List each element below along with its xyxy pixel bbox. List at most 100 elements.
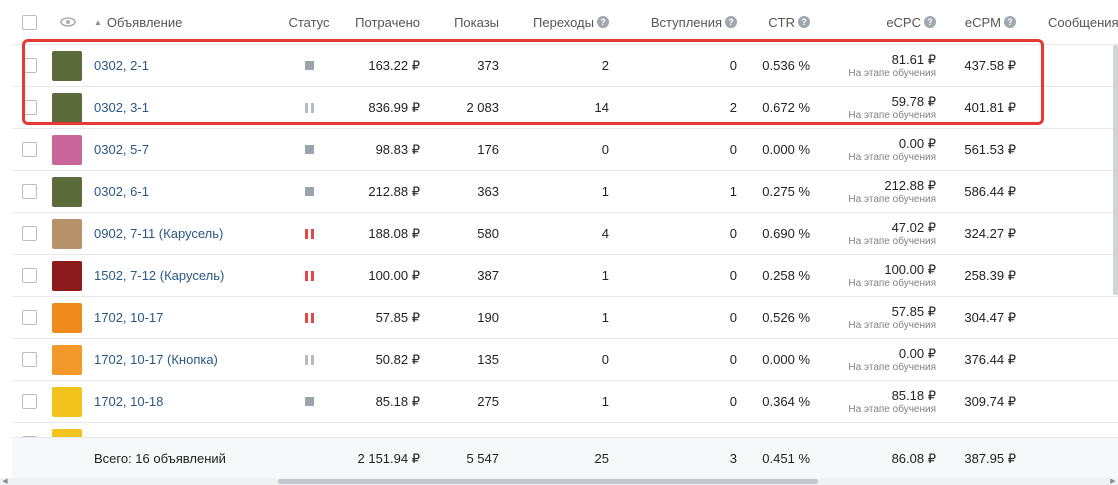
ctr-value: 0.536 % (762, 58, 810, 73)
spent-value: 836.99 ₽ (368, 99, 420, 115)
scroll-right-icon[interactable]: ▶ (1108, 478, 1118, 485)
impressions-value: 2 083 (466, 100, 499, 115)
table-row[interactable]: 1702, 10-17 (Кнопка) 50.82 ₽ 135 0 0 0.000 % 0… (12, 339, 1118, 381)
ecpc-value: 212.88 ₽ (884, 177, 936, 193)
ad-thumbnail[interactable] (52, 87, 82, 128)
status-toggle[interactable] (284, 423, 334, 437)
ad-thumbnail[interactable] (52, 171, 82, 212)
ad-thumbnail[interactable] (52, 45, 82, 86)
totals-label: Всего: 16 объявлений (94, 451, 226, 466)
ad-name-link[interactable]: 1702, 10-17 (94, 297, 284, 338)
status-toggle[interactable] (284, 339, 334, 380)
column-impressions[interactable]: Показы (430, 0, 499, 44)
table-row[interactable]: 0302, 3-1 836.99 ₽ 2 083 14 2 0.672 % 59.78 ₽ Н… (12, 87, 1118, 129)
status-toggle[interactable] (284, 87, 334, 128)
stop-icon (304, 187, 314, 196)
status-toggle[interactable] (284, 213, 334, 254)
row-checkbox[interactable] (22, 381, 38, 422)
table-row[interactable]: 0302, 5-7 98.83 ₽ 176 0 0 0.000 % 0.00 ₽ На эта… (12, 129, 1118, 171)
impressions-value: 275 (477, 394, 499, 409)
ad-thumbnail[interactable] (52, 339, 82, 380)
status-toggle[interactable] (284, 297, 334, 338)
ad-name-link[interactable]: 0302, 6-1 (94, 171, 284, 212)
table-row[interactable]: 1702, 10-17 57.85 ₽190 1 0 0.526 % 57.85 ₽ На … (12, 297, 1118, 339)
column-joins[interactable]: Вступления? (620, 0, 737, 44)
column-ecpm[interactable]: eCPM? (948, 0, 1016, 44)
table-row[interactable]: 1702, 10-18 85.18 ₽275 1 0 0.364 % 85.18 ₽ На … (12, 381, 1118, 423)
table-row[interactable]: 0302, 6-1 212.88 ₽363 1 1 0.275 % 212.88 ₽ На … (12, 171, 1118, 213)
ad-name-link[interactable]: 1702, 10-17 (Кнопка) (94, 339, 284, 380)
column-clicks[interactable]: Переходы? (509, 0, 609, 44)
horizontal-scrollbar[interactable]: ◀ ▶ (0, 478, 1118, 485)
column-messages[interactable]: Сообщения (1048, 0, 1118, 44)
joins-value: 0 (729, 310, 737, 325)
row-checkbox[interactable] (22, 339, 38, 380)
row-checkbox[interactable] (22, 129, 38, 170)
ad-thumbnail[interactable] (52, 381, 82, 422)
clicks-value: 0 (509, 423, 609, 437)
clicks-value: 4 (601, 226, 609, 241)
column-ctr[interactable]: CTR? (748, 0, 810, 44)
totals-row: Всего: 16 объявлений 2 151.94 ₽ 5 547 25… (12, 437, 1118, 479)
spent-value: 163.22 ₽ (368, 57, 420, 73)
vertical-scrollbar[interactable] (1113, 45, 1118, 295)
ad-thumbnail[interactable] (52, 297, 82, 338)
select-all-checkbox[interactable] (22, 0, 38, 44)
stop-icon (304, 397, 314, 406)
clicks-value: 0 (601, 142, 609, 157)
question-icon[interactable]: ? (597, 16, 609, 28)
status-toggle[interactable] (284, 255, 334, 296)
clicks-value: 14 (594, 100, 609, 115)
column-status[interactable]: Статус (284, 0, 334, 44)
column-ad[interactable]: ▲ Объявление (94, 0, 284, 44)
learning-note: На этапе обучения (848, 235, 936, 247)
column-spent[interactable]: Потрачено (334, 0, 420, 44)
ecpm-value: 401.81 ₽ (964, 99, 1016, 115)
ad-thumbnail[interactable] (52, 213, 82, 254)
ecpm-value: 293.95 ₽ (948, 423, 1016, 438)
ad-name-link[interactable]: 0302, 5-7 (94, 129, 284, 170)
status-toggle[interactable] (284, 45, 334, 86)
row-checkbox[interactable] (22, 423, 38, 437)
learning-note: На этапе обучения (848, 109, 936, 121)
ad-name-link[interactable]: 0302, 3-1 (94, 87, 284, 128)
table-row[interactable]: 1702, 10-18 (Кнопка) 42.33 ₽ 144 00 0.000 % 0… (12, 423, 1118, 437)
row-checkbox[interactable] (22, 45, 38, 86)
status-toggle[interactable] (284, 381, 334, 422)
table-row[interactable]: 1502, 7-12 (Карусель) 100.00 ₽ 387 1 0 0.258 … (12, 255, 1118, 297)
ecpc-cell: 212.88 ₽ На этапе обучения (820, 171, 936, 212)
joins-value: 0 (620, 423, 737, 437)
ecpc-value: 81.61 ₽ (891, 51, 936, 67)
status-toggle[interactable] (284, 171, 334, 212)
table-row[interactable]: 0902, 7-11 (Карусель) 188.08 ₽ 580 4 0 0.690 … (12, 213, 1118, 255)
ad-name-link[interactable]: 1702, 10-18 (94, 381, 284, 422)
status-toggle[interactable] (284, 129, 334, 170)
ad-thumbnail[interactable] (52, 255, 82, 296)
row-checkbox[interactable] (22, 171, 38, 212)
joins-value: 2 (729, 100, 737, 115)
ecpc-cell: 81.61 ₽ На этапе обучения (820, 45, 936, 86)
row-checkbox[interactable] (22, 297, 38, 338)
ad-name-link[interactable]: 0302, 2-1 (94, 45, 284, 86)
scroll-left-icon[interactable]: ◀ (0, 478, 10, 485)
question-icon[interactable]: ? (924, 16, 936, 28)
row-checkbox[interactable] (22, 213, 38, 254)
question-icon[interactable]: ? (725, 16, 737, 28)
ad-name-link[interactable]: 0902, 7-11 (Карусель) (94, 213, 284, 254)
eye-icon[interactable] (60, 0, 76, 44)
ctr-value: 0.690 % (762, 226, 810, 241)
ad-name-link[interactable]: 1502, 7-12 (Карусель) (94, 255, 284, 296)
ad-thumbnail[interactable] (52, 423, 82, 437)
row-checkbox[interactable] (22, 255, 38, 296)
column-ecpc[interactable]: eCPC? (820, 0, 936, 44)
spent-value: 212.88 ₽ (368, 183, 420, 199)
question-icon[interactable]: ? (798, 16, 810, 28)
ecpc-cell: 0.00 ₽ На этапе обучения (820, 129, 936, 170)
question-icon[interactable]: ? (1004, 16, 1016, 28)
table-row[interactable]: 0302, 2-1 163.22 ₽ 373 2 0 0.536 % 81.61 ₽ На э… (12, 45, 1118, 87)
ctr-value: 0.364 % (762, 394, 810, 409)
row-checkbox[interactable] (22, 87, 38, 128)
scrollbar-thumb[interactable] (278, 479, 818, 484)
ad-name-link[interactable]: 1702, 10-18 (Кнопка) (94, 423, 284, 437)
ad-thumbnail[interactable] (52, 129, 82, 170)
